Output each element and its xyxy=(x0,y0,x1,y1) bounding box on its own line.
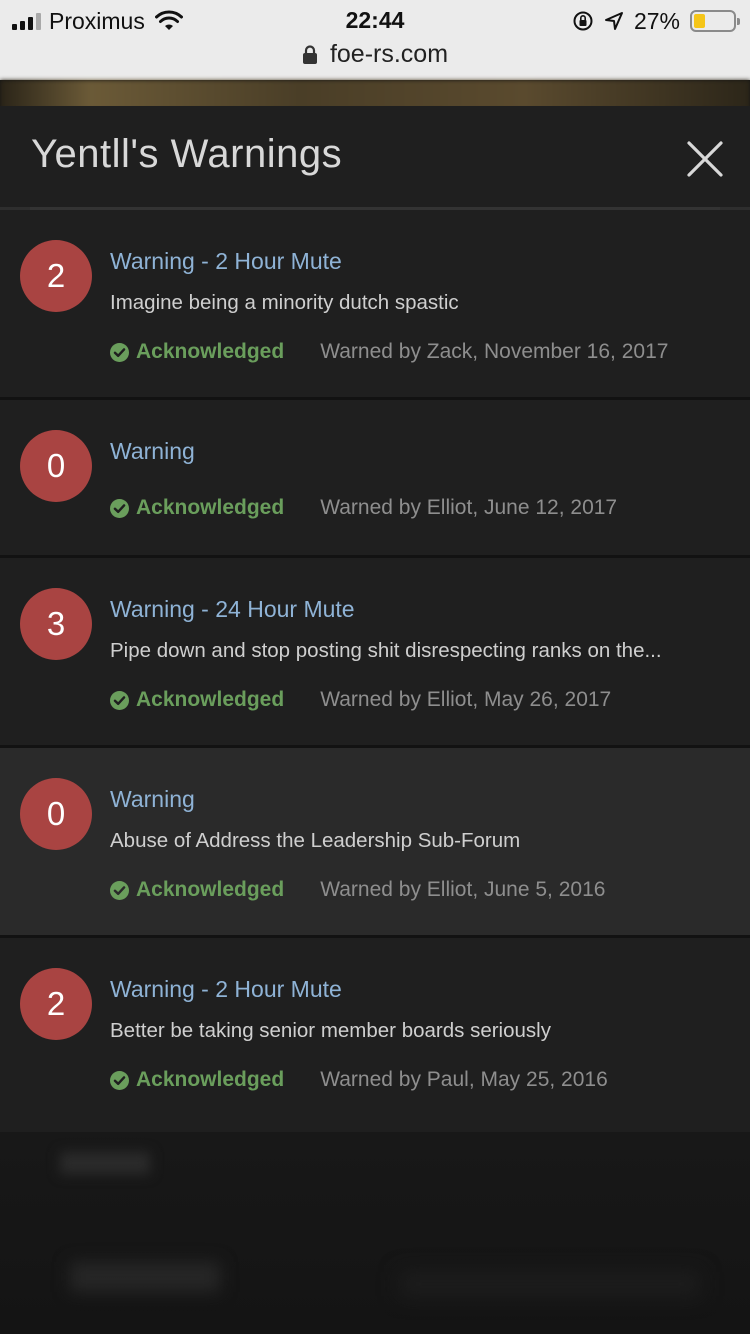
check-circle-icon xyxy=(110,880,129,900)
warned-by-text: Warned by Zack, November 16, 2017 xyxy=(320,340,669,363)
warning-title[interactable]: Warning xyxy=(110,438,195,465)
acknowledged-label: Acknowledged xyxy=(136,496,285,519)
warned-by-text: Warned by Paul, May 25, 2016 xyxy=(320,1068,608,1091)
url-bar[interactable]: foe-rs.com xyxy=(0,40,750,69)
warning-meta: Acknowledged Warned by Elliot, June 5, 2… xyxy=(110,878,605,902)
location-arrow-icon xyxy=(604,12,623,30)
warning-item[interactable]: 2 Warning - 2 Hour Mute Imagine being a … xyxy=(0,210,750,400)
warning-reason: Abuse of Address the Leadership Sub-Foru… xyxy=(110,829,521,852)
warning-points-badge: 3 xyxy=(20,588,92,660)
battery-percent: 27% xyxy=(633,7,680,34)
acknowledged-status: Acknowledged xyxy=(110,496,284,520)
close-icon[interactable] xyxy=(686,140,724,178)
warning-points-badge: 0 xyxy=(20,430,92,502)
battery-icon xyxy=(690,10,740,32)
check-circle-icon xyxy=(110,342,129,362)
warning-points-badge: 0 xyxy=(20,778,92,850)
modal-title: Yentll's Warnings xyxy=(31,132,343,176)
lock-icon xyxy=(302,44,317,64)
warning-points-badge: 2 xyxy=(20,240,92,312)
check-circle-icon xyxy=(110,498,129,518)
page-background-overlay xyxy=(0,1132,750,1334)
warned-by-text: Warned by Elliot, June 12, 2017 xyxy=(320,496,618,519)
warned-by-text: Warned by Elliot, June 5, 2016 xyxy=(320,878,606,901)
warning-title[interactable]: Warning - 2 Hour Mute xyxy=(110,248,342,275)
warning-item[interactable]: 2 Warning - 2 Hour Mute Better be taking… xyxy=(0,938,750,1128)
warning-item[interactable]: 0 Warning Abuse of Address the Leadershi… xyxy=(0,748,750,938)
modal-header: Yentll's Warnings xyxy=(0,106,750,210)
blurred-content xyxy=(70,1262,220,1292)
acknowledged-label: Acknowledged xyxy=(136,688,285,711)
warnings-modal: Yentll's Warnings 2 Warning - 2 Hour Mut… xyxy=(0,106,750,1132)
status-bar: Proximus 22:44 27% foe-rs.com xyxy=(0,0,750,80)
check-circle-icon xyxy=(110,690,129,710)
blurred-content xyxy=(400,1272,700,1296)
warning-title[interactable]: Warning - 2 Hour Mute xyxy=(110,976,342,1003)
warning-meta: Acknowledged Warned by Zack, November 16… xyxy=(110,340,668,364)
warning-item[interactable]: 0 Warning Acknowledged Warned by Elliot,… xyxy=(0,400,750,558)
warning-meta: Acknowledged Warned by Elliot, June 12, … xyxy=(110,496,617,520)
warned-by-text: Warned by Elliot, May 26, 2017 xyxy=(320,688,612,711)
warning-meta: Acknowledged Warned by Paul, May 25, 201… xyxy=(110,1068,608,1092)
acknowledged-status: Acknowledged xyxy=(110,688,284,712)
orientation-lock-icon xyxy=(573,11,593,31)
warning-title[interactable]: Warning - 24 Hour Mute xyxy=(110,596,355,623)
warning-title[interactable]: Warning xyxy=(110,786,195,813)
warning-item[interactable]: 3 Warning - 24 Hour Mute Pipe down and s… xyxy=(0,558,750,748)
acknowledged-label: Acknowledged xyxy=(136,1068,285,1091)
acknowledged-status: Acknowledged xyxy=(110,878,284,902)
warning-reason: Better be taking senior member boards se… xyxy=(110,1019,551,1042)
warning-meta: Acknowledged Warned by Elliot, May 26, 2… xyxy=(110,688,611,712)
acknowledged-status: Acknowledged xyxy=(110,1068,284,1092)
status-right-group: 27% xyxy=(572,7,740,34)
check-circle-icon xyxy=(110,1070,129,1090)
warning-points-badge: 2 xyxy=(20,968,92,1040)
acknowledged-status: Acknowledged xyxy=(110,340,284,364)
acknowledged-label: Acknowledged xyxy=(136,340,285,363)
blurred-content xyxy=(60,1152,150,1174)
url-text: foe-rs.com xyxy=(329,40,449,68)
warning-reason: Pipe down and stop posting shit disrespe… xyxy=(110,639,662,662)
acknowledged-label: Acknowledged xyxy=(136,878,285,901)
warning-reason: Imagine being a minority dutch spastic xyxy=(110,291,459,314)
